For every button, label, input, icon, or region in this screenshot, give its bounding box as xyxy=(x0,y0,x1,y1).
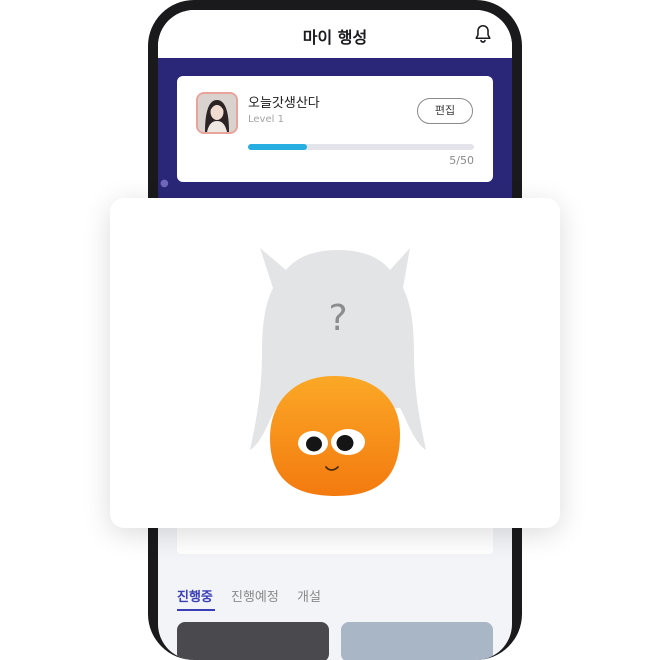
challenge-tabs: 진행중 진행예정 개설 xyxy=(177,586,497,616)
tab-in-progress[interactable]: 진행중 xyxy=(177,586,213,605)
active-tab-indicator xyxy=(177,609,215,611)
character-illustration: ? xyxy=(250,248,426,496)
tab-upcoming[interactable]: 진행예정 xyxy=(231,586,279,605)
edit-profile-button[interactable]: 편집 xyxy=(417,98,473,124)
unknown-question-mark: ? xyxy=(328,298,347,339)
user-level: Level 1 xyxy=(248,114,284,125)
avatar[interactable] xyxy=(196,92,238,134)
level-progress-fill xyxy=(248,144,307,150)
level-progress-bar xyxy=(248,144,474,150)
character-modal: ? xyxy=(110,198,560,528)
avatar-portrait xyxy=(198,94,236,132)
bell-icon[interactable] xyxy=(472,23,494,45)
right-pupil xyxy=(336,435,354,451)
user-name: 오늘갓생산다 xyxy=(248,96,320,111)
profile-card: 오늘갓생산다 Level 1 편집 5/50 xyxy=(177,76,493,182)
app-header: 마이 행성 xyxy=(158,10,512,58)
tab-created[interactable]: 개설 xyxy=(297,586,321,605)
level-progress-text: 5/50 xyxy=(449,154,474,167)
star-icon: ● xyxy=(160,178,169,189)
left-pupil xyxy=(306,436,322,452)
page-title: 마이 행성 xyxy=(302,28,368,47)
